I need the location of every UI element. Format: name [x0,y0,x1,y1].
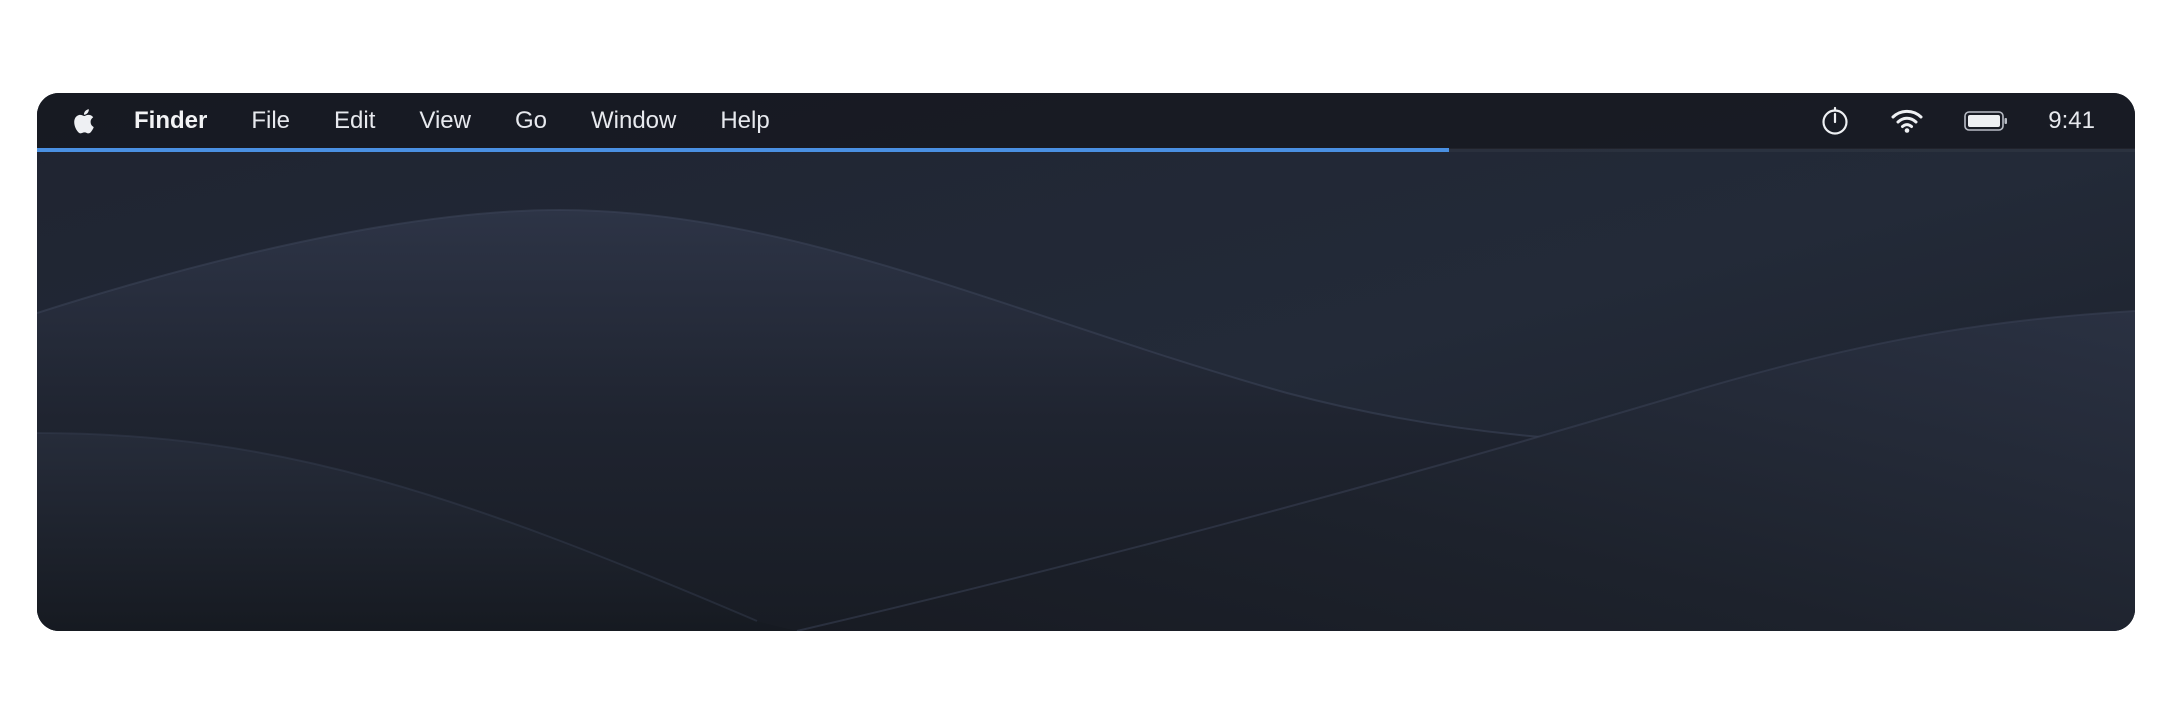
desktop-screen: Finder File Edit View Go Window Help 9:4… [37,93,2135,631]
timer-icon[interactable] [1820,93,1850,149]
apple-logo-icon[interactable] [70,106,96,136]
loading-progress-bar [37,148,2135,152]
loading-progress-fill [37,148,1449,152]
menu-view[interactable]: View [397,93,493,149]
battery-icon[interactable] [1964,93,2008,149]
menu-file[interactable]: File [229,93,312,149]
menu-finder[interactable]: Finder [124,93,229,149]
wifi-icon[interactable] [1890,93,1924,149]
menu-bar: Finder File Edit View Go Window Help 9:4… [37,93,2135,149]
desktop-wallpaper [37,93,2135,631]
menu-bar-left: Finder File Edit View Go Window Help [37,93,792,149]
menu-bar-status-area: 9:41 [1780,93,2135,149]
menu-bar-clock[interactable]: 9:41 [2048,93,2095,149]
menu-window[interactable]: Window [569,93,698,149]
menu-edit[interactable]: Edit [312,93,397,149]
menu-help[interactable]: Help [698,93,791,149]
menu-go[interactable]: Go [493,93,569,149]
